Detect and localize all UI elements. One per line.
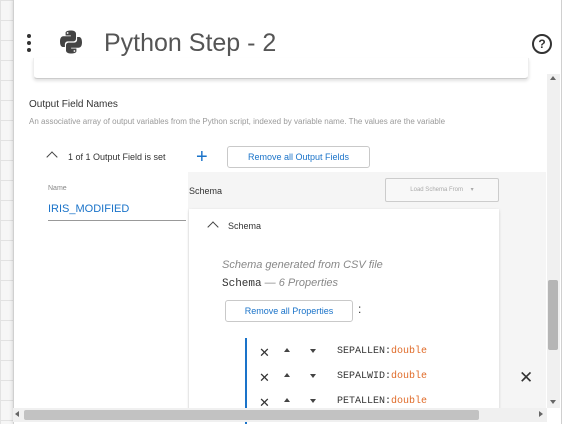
property-name: PETALLEN:double [337, 396, 427, 407]
remove-all-output-fields-button[interactable]: Remove all Output Fields [227, 146, 370, 168]
schema-summary: Schema — 6 Properties [222, 277, 338, 290]
schema-title: Schema [228, 221, 262, 231]
load-schema-label: Load Schema From [410, 187, 463, 193]
section-title: Output Field Names [29, 99, 118, 110]
vertical-scrollbar[interactable] [547, 74, 560, 408]
scroll-right-icon[interactable] [539, 411, 543, 417]
move-down-icon[interactable] [310, 399, 316, 403]
property-name-text: SEPALLEN: [337, 346, 392, 357]
schema-column-label: Schema [189, 186, 223, 196]
python-logo-icon [60, 30, 82, 54]
add-output-field-button[interactable]: + [196, 147, 208, 167]
vertical-scrollbar-thumb[interactable] [548, 280, 558, 350]
help-icon[interactable]: ? [532, 34, 552, 54]
property-name: SEPALLEN:double [337, 346, 427, 357]
name-label: Name [48, 185, 67, 192]
move-down-icon[interactable] [310, 374, 316, 378]
property-name: SEPALWID:double [337, 371, 427, 382]
name-input[interactable]: IRIS_MODIFIED [48, 202, 186, 221]
previous-card-edge [33, 58, 529, 79]
remove-output-field-icon[interactable]: ✕ [519, 368, 533, 388]
schema-properties-count: — 6 Properties [264, 277, 339, 289]
property-type: double [391, 371, 428, 382]
move-up-icon[interactable] [284, 373, 290, 377]
remove-property-icon[interactable]: ✕ [259, 345, 270, 361]
schema-csv-note: Schema generated from CSV file [222, 259, 383, 271]
remove-all-properties-button[interactable]: Remove all Properties [225, 300, 353, 322]
move-up-icon[interactable] [284, 348, 290, 352]
horizontal-scrollbar-thumb[interactable] [24, 410, 479, 420]
property-name-text: SEPALWID: [337, 371, 392, 382]
scroll-down-icon[interactable] [550, 400, 556, 404]
move-down-icon[interactable] [310, 349, 316, 353]
scroll-up-icon[interactable] [550, 76, 556, 80]
load-schema-dropdown[interactable]: Load Schema From ▾ [385, 178, 499, 202]
chevron-down-icon: ▾ [470, 187, 474, 193]
page-title: Python Step - 2 [104, 29, 277, 57]
property-type: double [391, 346, 428, 357]
schema-name: Schema [222, 278, 262, 290]
kebab-menu-icon[interactable] [27, 34, 31, 55]
section-description: An associative array of output variables… [29, 117, 446, 126]
property-name-text: PETALLEN: [337, 396, 392, 407]
property-type: double [391, 396, 428, 407]
scroll-left-icon[interactable] [15, 411, 19, 417]
remove-property-icon[interactable]: ✕ [259, 370, 270, 386]
output-field-count: 1 of 1 Output Field is set [68, 152, 166, 162]
move-up-icon[interactable] [284, 398, 290, 402]
schema-colon: : [358, 302, 362, 316]
